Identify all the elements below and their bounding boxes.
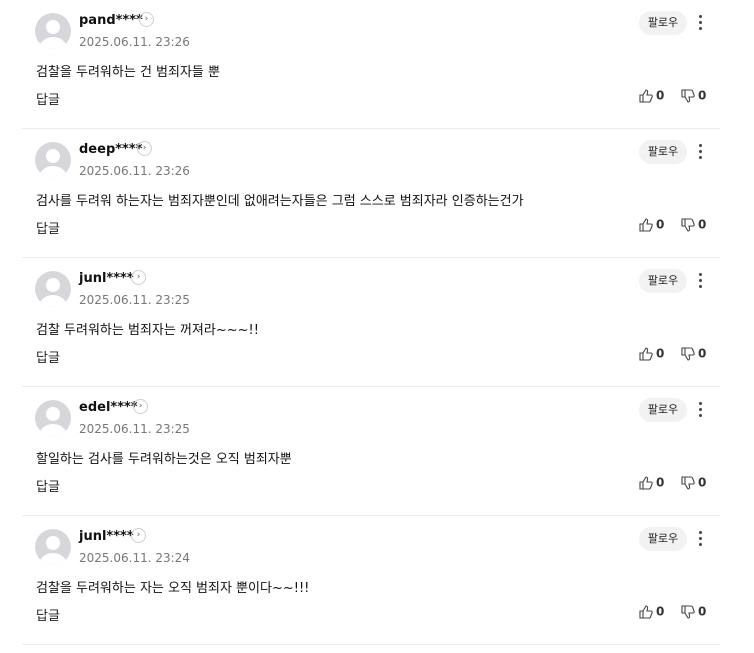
like-button[interactable]: 0 xyxy=(639,217,664,232)
comment-date: 2025.06.11. 23:26 xyxy=(79,35,190,49)
follow-button[interactable]: 팔로우 xyxy=(639,527,687,551)
like-button[interactable]: 0 xyxy=(639,346,664,361)
thumbs-down-icon xyxy=(681,217,695,232)
dislike-count: 0 xyxy=(698,604,707,619)
more-vertical-icon[interactable] xyxy=(694,271,706,291)
follow-button[interactable]: 팔로우 xyxy=(639,398,687,422)
like-button[interactable]: 0 xyxy=(639,88,664,103)
reply-button[interactable]: 답글 xyxy=(36,218,60,237)
chevron-right-icon[interactable]: › xyxy=(131,528,146,543)
comment-item: edel**** › 2025.06.11. 23:25 팔로우 할일하는 검사… xyxy=(22,387,720,516)
thumbs-down-icon xyxy=(681,475,695,490)
comment-author[interactable]: pand**** xyxy=(79,13,143,28)
comment-text: 검찰 두려워하는 범죄자는 꺼져라~~~!! xyxy=(36,323,259,338)
comment-date: 2025.06.11. 23:26 xyxy=(79,164,190,178)
like-count: 0 xyxy=(656,475,665,490)
chevron-right-icon[interactable]: › xyxy=(131,270,146,285)
comment-author[interactable]: junl**** xyxy=(79,529,134,544)
dislike-button[interactable]: 0 xyxy=(681,475,706,490)
reply-button[interactable]: 답글 xyxy=(36,476,60,495)
comment-item: pand**** › 2025.06.11. 23:26 팔로우 검찰을 두려워… xyxy=(22,0,720,129)
default-avatar-icon[interactable] xyxy=(35,142,71,178)
dislike-count: 0 xyxy=(698,475,707,490)
dislike-button[interactable]: 0 xyxy=(681,346,706,361)
like-count: 0 xyxy=(656,217,665,232)
more-vertical-icon[interactable] xyxy=(694,142,706,162)
like-button[interactable]: 0 xyxy=(639,475,664,490)
more-vertical-icon[interactable] xyxy=(694,529,706,549)
comment-author[interactable]: deep**** xyxy=(79,142,142,157)
reply-button[interactable]: 답글 xyxy=(36,605,60,624)
like-button[interactable]: 0 xyxy=(639,604,664,619)
more-vertical-icon[interactable] xyxy=(694,13,706,33)
follow-button[interactable]: 팔로우 xyxy=(639,11,687,35)
comment-list: pand**** › 2025.06.11. 23:26 팔로우 검찰을 두려워… xyxy=(22,0,720,645)
dislike-count: 0 xyxy=(698,217,707,232)
thumbs-down-icon xyxy=(681,88,695,103)
thumbs-down-icon xyxy=(681,346,695,361)
dislike-count: 0 xyxy=(698,88,707,103)
thumbs-up-icon xyxy=(639,346,653,361)
dislike-count: 0 xyxy=(698,346,707,361)
dislike-button[interactable]: 0 xyxy=(681,88,706,103)
comment-item: junl**** › 2025.06.11. 23:24 팔로우 검찰을 두려워… xyxy=(22,516,720,645)
default-avatar-icon[interactable] xyxy=(35,400,71,436)
comment-item: junl**** › 2025.06.11. 23:25 팔로우 검찰 두려워하… xyxy=(22,258,720,387)
reply-button[interactable]: 답글 xyxy=(36,347,60,366)
thumbs-up-icon xyxy=(639,475,653,490)
comment-text: 검사를 두려워 하는자는 범죄자뿐인데 없애려는자들은 그럼 스스로 범죄자라 … xyxy=(36,194,524,209)
like-count: 0 xyxy=(656,346,665,361)
comment-text: 할일하는 검사를 두려워하는것은 오직 범죄자뿐 xyxy=(36,452,292,467)
reply-button[interactable]: 답글 xyxy=(36,89,60,108)
comment-author[interactable]: junl**** xyxy=(79,271,134,286)
dislike-button[interactable]: 0 xyxy=(681,217,706,232)
default-avatar-icon[interactable] xyxy=(35,13,71,49)
more-vertical-icon[interactable] xyxy=(694,400,706,420)
follow-button[interactable]: 팔로우 xyxy=(639,269,687,293)
comment-date: 2025.06.11. 23:25 xyxy=(79,293,190,307)
like-count: 0 xyxy=(656,88,665,103)
follow-button[interactable]: 팔로우 xyxy=(639,140,687,164)
chevron-right-icon[interactable]: › xyxy=(137,141,152,156)
chevron-right-icon[interactable]: › xyxy=(133,399,148,414)
comment-date: 2025.06.11. 23:24 xyxy=(79,551,190,565)
thumbs-up-icon xyxy=(639,217,653,232)
comment-author[interactable]: edel**** xyxy=(79,400,138,415)
dislike-button[interactable]: 0 xyxy=(681,604,706,619)
like-count: 0 xyxy=(656,604,665,619)
comment-text: 검찰을 두려워하는 건 범죄자들 뿐 xyxy=(36,65,220,80)
comment-date: 2025.06.11. 23:25 xyxy=(79,422,190,436)
thumbs-up-icon xyxy=(639,88,653,103)
comment-text: 검찰을 두려워하는 자는 오직 범죄자 뿐이다~~!!! xyxy=(36,581,310,596)
default-avatar-icon[interactable] xyxy=(35,271,71,307)
default-avatar-icon[interactable] xyxy=(35,529,71,565)
chevron-right-icon[interactable]: › xyxy=(139,12,154,27)
thumbs-down-icon xyxy=(681,604,695,619)
comment-item: deep**** › 2025.06.11. 23:26 팔로우 검사를 두려워… xyxy=(22,129,720,258)
thumbs-up-icon xyxy=(639,604,653,619)
